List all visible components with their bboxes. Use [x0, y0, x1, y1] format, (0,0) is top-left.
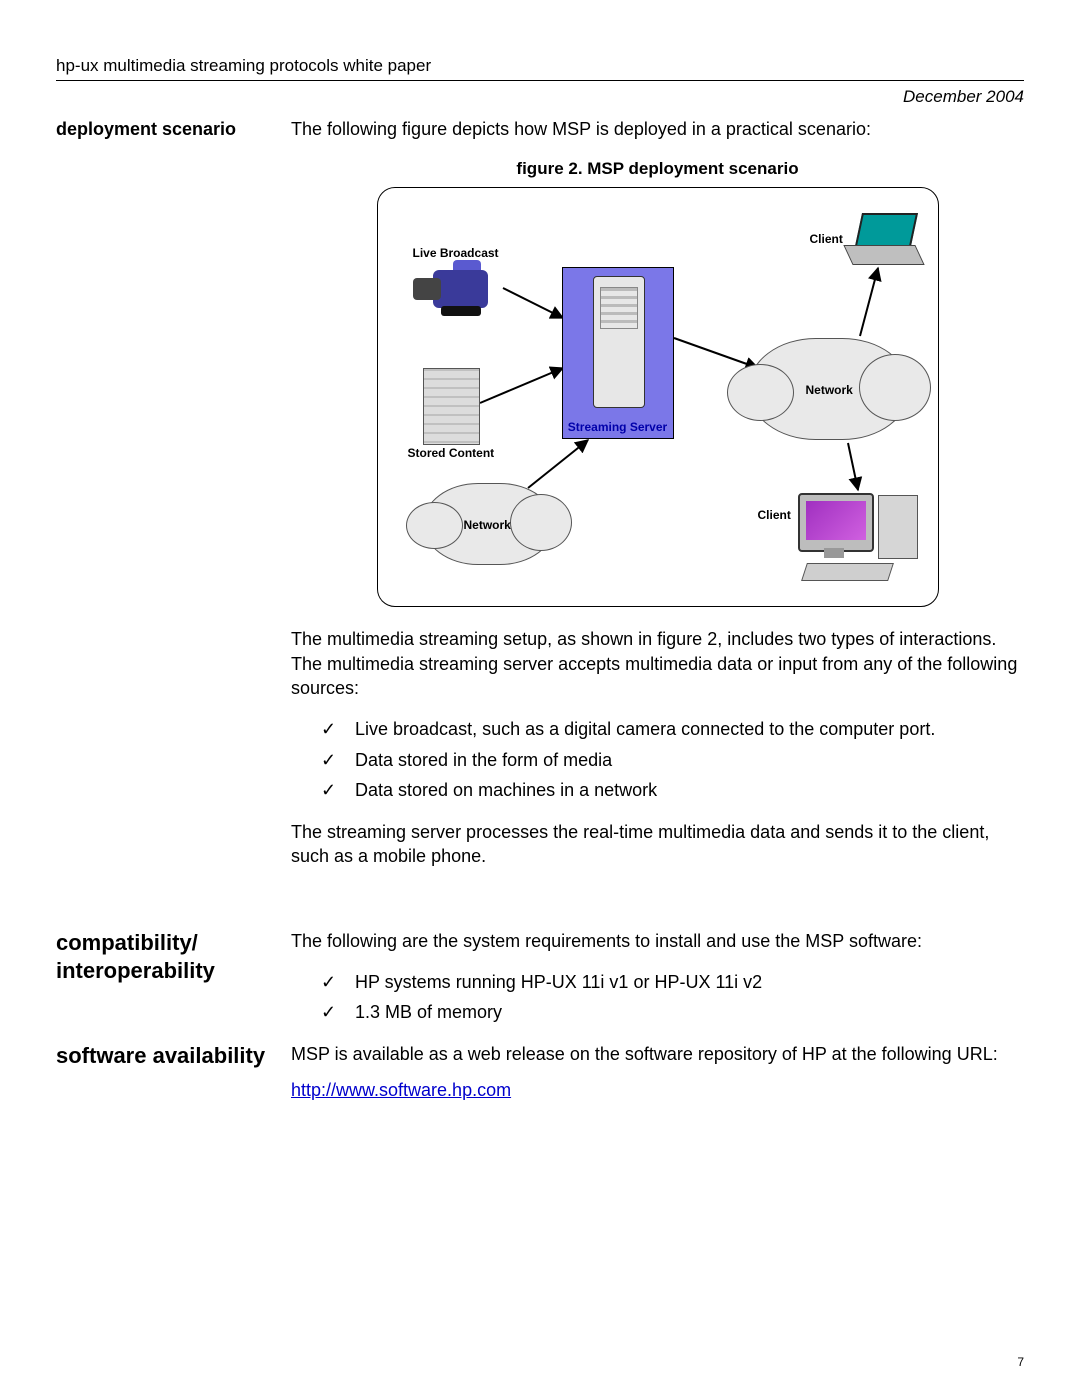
figure-caption: figure 2. MSP deployment scenario — [291, 159, 1024, 179]
list-item: Live broadcast, such as a digital camera… — [321, 714, 1024, 745]
label-live-broadcast: Live Broadcast — [413, 246, 499, 260]
side-heading-availability: software availability — [56, 1042, 281, 1101]
side-heading-compatibility: compatibility/ interoperability — [56, 929, 281, 1042]
desktop-icon — [798, 493, 928, 583]
label-network-right: Network — [806, 383, 853, 397]
label-stored-content: Stored Content — [408, 446, 495, 460]
section-deployment-body: The following figure depicts how MSP is … — [291, 117, 1024, 883]
page-date: December 2004 — [56, 87, 1024, 107]
list-item: 1.3 MB of memory — [321, 997, 1024, 1028]
deployment-para3: The streaming server processes the real-… — [291, 820, 1024, 869]
side-heading-deployment: deployment scenario — [56, 117, 281, 883]
list-item: Data stored in the form of media — [321, 745, 1024, 776]
availability-intro: MSP is available as a web release on the… — [291, 1042, 1024, 1066]
section-compatibility: compatibility/ interoperability The foll… — [56, 929, 1024, 1042]
page-number: 7 — [1017, 1355, 1024, 1369]
streaming-server-icon: Streaming Server — [563, 268, 673, 438]
list-item: HP systems running HP-UX 11i v1 or HP-UX… — [321, 967, 1024, 998]
laptop-icon — [848, 213, 918, 268]
section-availability-body: MSP is available as a web release on the… — [291, 1042, 1024, 1101]
deployment-para2: The multimedia streaming setup, as shown… — [291, 627, 1024, 700]
deployment-bullets: Live broadcast, such as a digital camera… — [291, 714, 1024, 806]
camera-icon — [413, 260, 503, 320]
running-head: hp-ux multimedia streaming protocols whi… — [56, 56, 1024, 81]
software-url-link[interactable]: http://www.software.hp.com — [291, 1080, 511, 1100]
label-streaming-server: Streaming Server — [563, 420, 673, 434]
document-page: hp-ux multimedia streaming protocols whi… — [0, 0, 1080, 1397]
label-client-bottom: Client — [758, 508, 791, 522]
section-compatibility-body: The following are the system requirement… — [291, 929, 1024, 1042]
compatibility-bullets: HP systems running HP-UX 11i v1 or HP-UX… — [291, 967, 1024, 1028]
section-availability: software availability MSP is available a… — [56, 1042, 1024, 1101]
deployment-intro: The following figure depicts how MSP is … — [291, 117, 1024, 141]
msp-deployment-diagram: Live Broadcast Stored Content Streaming … — [377, 187, 939, 607]
list-item: Data stored on machines in a network — [321, 775, 1024, 806]
section-deployment: deployment scenario The following figure… — [56, 117, 1024, 883]
storage-icon — [423, 368, 480, 445]
compatibility-intro: The following are the system requirement… — [291, 929, 1024, 953]
label-client-top: Client — [810, 232, 843, 246]
label-network-left: Network — [464, 518, 511, 532]
